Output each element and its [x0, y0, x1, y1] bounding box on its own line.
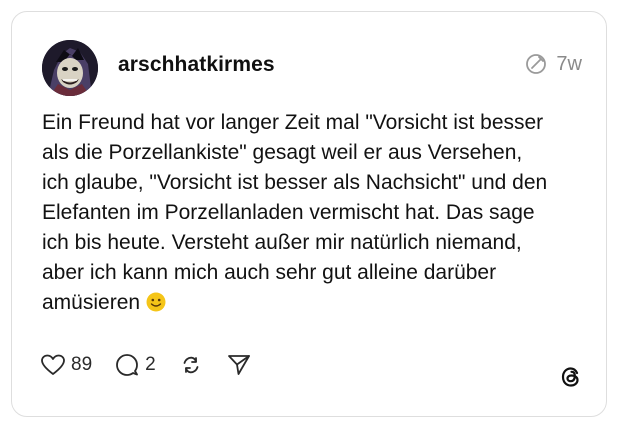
comment-icon — [116, 354, 139, 376]
post-text: Ein Freund hat vor langer Zeit mal "Vors… — [42, 108, 590, 318]
threads-logo — [558, 364, 584, 390]
action-bar: 89 2 — [40, 350, 274, 380]
send-icon — [227, 355, 250, 375]
smiling-face-emoji — [146, 291, 166, 312]
username[interactable]: arschhatkirmes — [118, 53, 275, 77]
post-time: 7w — [556, 52, 582, 75]
avatar-image — [42, 40, 98, 96]
reply-count: 2 — [145, 354, 156, 375]
heart-icon — [41, 354, 65, 375]
post-meta: 7w — [524, 50, 582, 78]
avatar[interactable] — [42, 40, 98, 96]
post-header: arschhatkirmes 7w — [42, 40, 582, 96]
share-button[interactable] — [226, 352, 252, 378]
reply-button[interactable]: 2 — [114, 352, 156, 378]
like-button[interactable]: 89 — [40, 353, 92, 377]
like-count: 89 — [71, 354, 93, 375]
post-text-content: Ein Freund hat vor langer Zeit mal "Vors… — [42, 111, 548, 314]
edited-icon — [524, 52, 548, 76]
repost-button[interactable] — [178, 352, 204, 378]
repost-icon — [183, 356, 199, 374]
post-card: arschhatkirmes 7w Ein Freund hat vor lan… — [11, 11, 607, 417]
